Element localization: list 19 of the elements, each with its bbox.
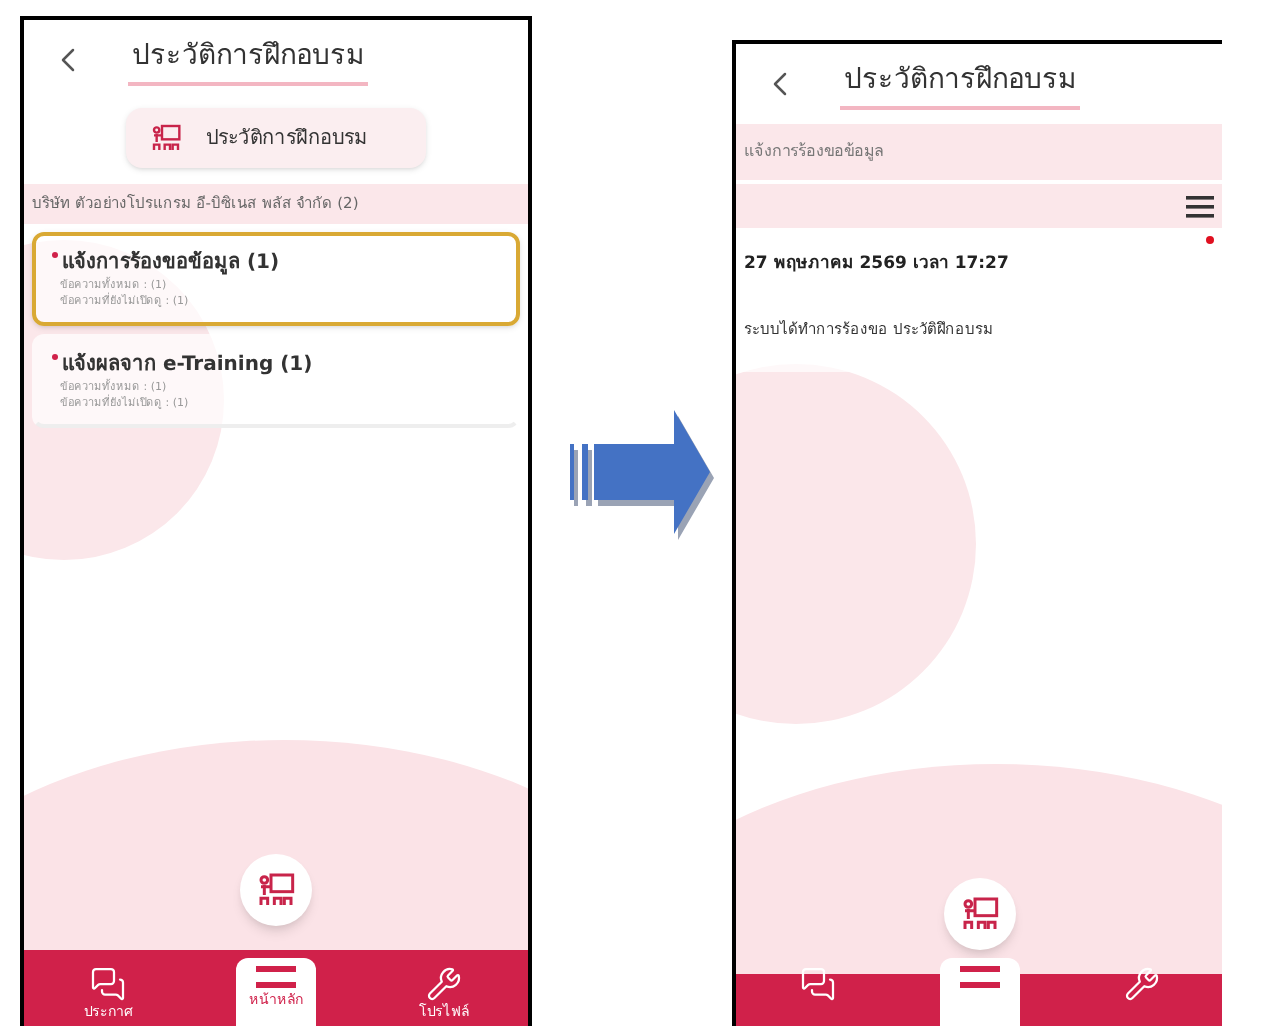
wrench-icon xyxy=(426,966,462,1002)
screen-title: ประวัติการฝึกอบรม xyxy=(128,35,368,85)
presentation-icon xyxy=(959,894,999,934)
chat-icon xyxy=(799,966,835,1002)
screen-title: ประวัติการฝึกอบรม xyxy=(840,59,1080,109)
menu-icon xyxy=(256,966,296,990)
nav-tab[interactable] xyxy=(939,958,1019,1026)
chat-icon xyxy=(90,966,126,1002)
presentation-icon xyxy=(150,122,182,154)
presentation-icon xyxy=(256,870,296,910)
item-title: แจ้งผลจาก e-Training (1) xyxy=(62,350,313,379)
item-title: แจ้งการร้องขอข้อมูล (1) xyxy=(62,248,280,277)
tab-label: ประวัติการฝึกอบรม xyxy=(206,125,368,153)
wrench-icon xyxy=(1123,966,1159,1002)
message-date: 27 พฤษภาคม 2569 เวลา 17:27 xyxy=(744,252,1011,278)
menu-icon[interactable] xyxy=(1186,195,1214,217)
menu-icon xyxy=(959,966,999,990)
tab-button[interactable]: ประวัติการฝึกอบรม xyxy=(126,108,426,168)
section-label: แจ้งการร้องขอข้อมูล xyxy=(744,140,884,164)
